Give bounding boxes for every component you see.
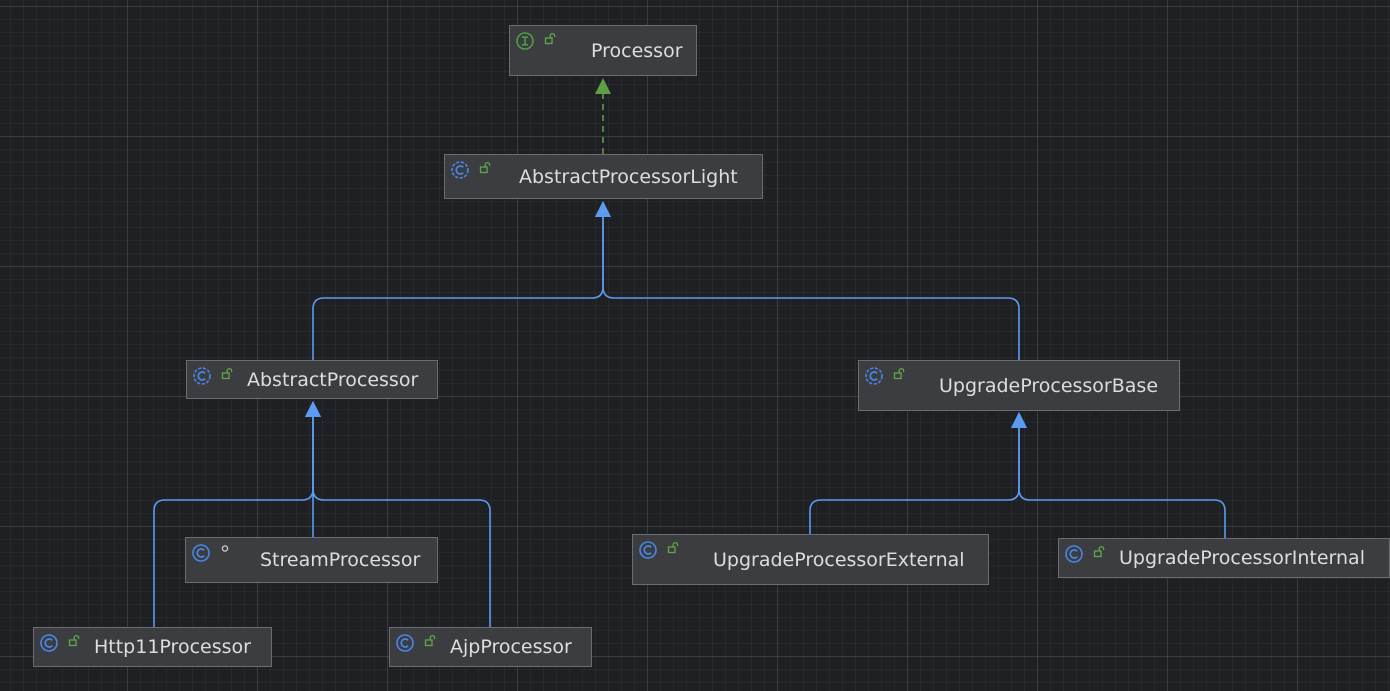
class-icon <box>396 634 414 652</box>
node-label: StreamProcessor <box>260 549 421 571</box>
node-stream-processor[interactable]: StreamProcessor <box>185 537 438 583</box>
edge-upgrade-processor-internal-extends-upgrade-processor-base <box>1011 412 1226 538</box>
node-label: Processor <box>591 39 683 62</box>
public-icon <box>68 634 80 647</box>
node-label: UpgradeProcessorInternal <box>1119 547 1365 569</box>
edge-upgrade-processor-base-extends-abstract-processor-light <box>595 201 1020 360</box>
arrowhead <box>1011 412 1027 428</box>
class-icon <box>192 544 210 562</box>
node-upgrade-processor-internal[interactable]: UpgradeProcessorInternal <box>1058 538 1390 578</box>
arrowhead <box>595 201 611 217</box>
arrowhead <box>305 401 321 417</box>
edge-http11-processor-extends-abstract-processor <box>153 401 321 627</box>
node-ajp-processor[interactable]: AjpProcessor <box>389 627 592 667</box>
node-abstract-processor[interactable]: AbstractProcessor <box>186 360 438 399</box>
edge-upgrade-processor-external-extends-upgrade-processor-base <box>809 412 1027 534</box>
node-upgrade-processor-base[interactable]: UpgradeProcessorBase <box>858 360 1180 411</box>
class-icon <box>40 634 58 652</box>
node-label: AjpProcessor <box>450 636 572 658</box>
edges-layer <box>153 78 1226 627</box>
abstract-class-icon <box>451 161 469 179</box>
public-icon <box>424 634 436 647</box>
abstract-class-icon <box>193 367 211 385</box>
public-icon <box>667 541 679 554</box>
node-label: AbstractProcessor <box>247 368 419 391</box>
public-icon <box>1093 545 1105 558</box>
package-private-icon <box>221 545 229 552</box>
arrowhead <box>305 401 321 417</box>
class-icon <box>639 541 657 559</box>
diagram-canvas[interactable]: Processor AbstractProcessorLight AbstractP… <box>0 0 1390 691</box>
interface-icon <box>516 32 534 50</box>
arrowhead <box>595 78 611 94</box>
abstract-class-icon <box>865 367 883 385</box>
class-icon <box>1065 545 1083 563</box>
edge-abstract-processor-light-implements-processor <box>595 78 611 154</box>
node-processor[interactable]: Processor <box>509 25 697 76</box>
public-icon <box>479 161 491 174</box>
node-upgrade-processor-external[interactable]: UpgradeProcessorExternal <box>632 534 989 585</box>
node-abstract-processor-light[interactable]: AbstractProcessorLight <box>444 154 763 199</box>
arrowhead <box>595 201 611 217</box>
node-label: Http11Processor <box>94 636 251 658</box>
arrowhead <box>1011 412 1027 428</box>
edge-stream-processor-extends-abstract-processor <box>305 401 321 537</box>
node-label: UpgradeProcessorExternal <box>713 548 965 571</box>
edge-abstract-processor-extends-abstract-processor-light <box>312 201 611 360</box>
public-icon <box>893 367 905 380</box>
node-label: AbstractProcessorLight <box>519 165 738 188</box>
edge-ajp-processor-extends-abstract-processor <box>305 401 491 627</box>
node-label: UpgradeProcessorBase <box>939 374 1159 397</box>
public-icon <box>544 32 556 45</box>
public-icon <box>221 367 233 380</box>
node-http11-processor[interactable]: Http11Processor <box>33 627 272 667</box>
arrowhead <box>305 401 321 417</box>
